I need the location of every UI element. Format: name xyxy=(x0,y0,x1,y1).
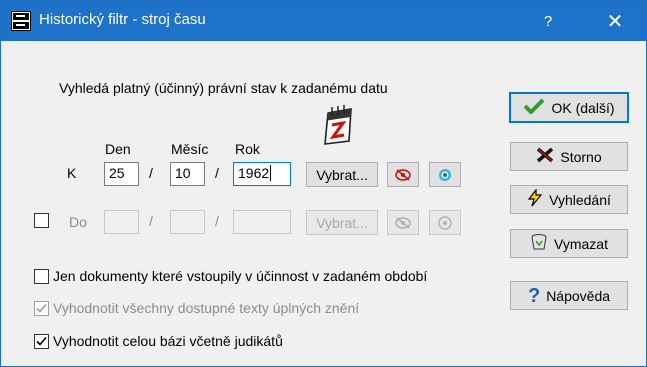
ok-button-label: OK (další) xyxy=(551,99,615,116)
help-button-label: Nápověda xyxy=(546,287,611,304)
date-separator: / xyxy=(149,165,153,181)
search-button[interactable]: Vyhledání xyxy=(510,185,628,214)
date-separator: / xyxy=(149,213,153,229)
month-header: Měsíc xyxy=(171,141,209,157)
to-target-button[interactable] xyxy=(429,210,461,235)
date-separator: / xyxy=(215,213,219,229)
option-checkbox-whole-base[interactable] xyxy=(34,334,49,349)
option-label-effective-only: Jen dokumenty které vstoupily v účinnost… xyxy=(53,268,428,284)
lightning-icon xyxy=(527,188,543,210)
from-select-button[interactable]: Vybrat... xyxy=(306,162,378,187)
cancel-button[interactable]: Storno xyxy=(510,142,628,171)
title-bar[interactable]: Historický filtr - stroj času ? ✕ xyxy=(1,1,646,41)
checkmark-icon xyxy=(36,303,47,313)
target-icon xyxy=(439,168,451,181)
title-help-button[interactable]: ? xyxy=(525,1,571,41)
to-day-field[interactable] xyxy=(104,210,139,234)
to-label: Do xyxy=(69,214,87,230)
to-eye-off-button[interactable] xyxy=(387,210,419,235)
help-button[interactable]: ? Nápověda xyxy=(510,281,628,310)
year-header: Rok xyxy=(235,141,260,157)
checkmark-icon xyxy=(523,98,545,117)
description-text: Vyhledá platný (účinný) právní stav k za… xyxy=(59,80,388,96)
to-month-field[interactable] xyxy=(170,210,205,234)
historical-filter-dialog: Historický filtr - stroj času ? ✕ Vyhled… xyxy=(0,0,647,367)
app-hist-icon xyxy=(11,11,31,31)
recycle-bin-icon xyxy=(530,233,548,254)
option-checkbox-all-texts[interactable] xyxy=(34,301,49,316)
to-date-checkbox[interactable] xyxy=(34,213,49,228)
to-year-field[interactable] xyxy=(233,210,291,234)
clear-button-label: Vymazat xyxy=(554,235,608,252)
clear-button[interactable]: Vymazat xyxy=(510,229,628,258)
to-select-button[interactable]: Vybrat... xyxy=(306,210,378,235)
cancel-button-label: Storno xyxy=(560,148,602,165)
from-label: K xyxy=(67,165,77,181)
search-button-label: Vyhledání xyxy=(549,191,611,208)
ok-button[interactable]: OK (další) xyxy=(509,92,629,123)
from-year-field[interactable]: 1962 xyxy=(233,162,291,186)
eye-off-icon xyxy=(395,168,411,181)
from-day-field[interactable]: 25 xyxy=(104,162,139,186)
from-target-button[interactable] xyxy=(429,162,461,187)
eye-off-icon xyxy=(395,216,411,229)
checkmark-icon xyxy=(36,336,47,346)
option-label-all-texts: Vyhodnotit všechny dostupné texty úplnýc… xyxy=(53,300,360,316)
day-header: Den xyxy=(105,141,131,157)
question-mark-icon: ? xyxy=(527,284,541,307)
x-mark-icon xyxy=(536,147,554,166)
window-title: Historický filtr - stroj času xyxy=(39,11,206,28)
from-eye-off-button[interactable] xyxy=(387,162,419,187)
target-icon xyxy=(438,215,452,230)
option-label-whole-base: Vyhodnotit celou bázi včetně judikátů xyxy=(53,333,283,349)
calendar-icon[interactable] xyxy=(321,104,355,146)
date-separator: / xyxy=(215,165,219,181)
option-checkbox-effective-only[interactable] xyxy=(34,269,49,284)
close-button[interactable]: ✕ xyxy=(592,1,638,41)
from-month-field[interactable]: 10 xyxy=(170,162,205,186)
